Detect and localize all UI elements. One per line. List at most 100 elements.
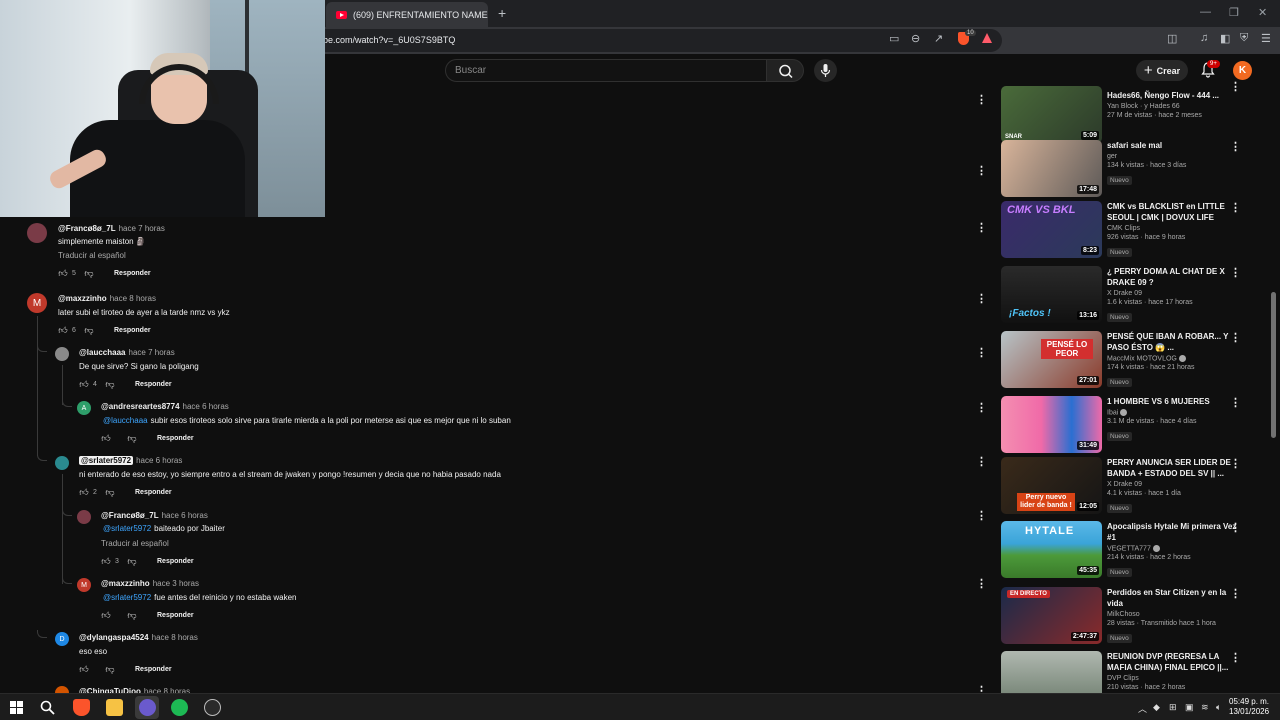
reply-button[interactable]: Responder: [135, 381, 172, 388]
video-channel[interactable]: DVP Clips: [1107, 675, 1237, 682]
like-icon[interactable]: 👍︎: [101, 610, 111, 621]
windows-start-icon[interactable]: [10, 701, 23, 714]
video-title[interactable]: 1 HOMBRE VS 6 MUJERES: [1107, 396, 1237, 407]
search-input[interactable]: [455, 65, 745, 76]
comment-author[interactable]: @laucchaaa: [79, 348, 126, 357]
system-clock[interactable]: 05:49 p. m. 13/01/2026: [1229, 697, 1269, 717]
comment-author[interactable]: @Francø8ø_7L: [101, 511, 159, 520]
video-thumbnail[interactable]: HYTALE 45:35: [1001, 521, 1102, 578]
like-icon[interactable]: 👍︎: [79, 379, 89, 390]
video-item[interactable]: 31:49 1 HOMBRE VS 6 MUJERES Ibai 3.1 M d…: [1001, 396, 1251, 454]
channel-name[interactable]: MaccMix MOTOVLOG: [1107, 355, 1177, 362]
split-view-icon[interactable]: ◧: [1220, 32, 1230, 45]
like-icon[interactable]: 👍︎: [101, 433, 111, 444]
avatar[interactable]: [77, 510, 91, 524]
vpn-icon[interactable]: ⛨: [1240, 32, 1248, 45]
video-thumbnail[interactable]: CMK VS BKL 8:23: [1001, 201, 1102, 258]
more-options-icon[interactable]: ⋮: [1230, 398, 1241, 409]
video-channel[interactable]: X Drake 09: [1107, 290, 1237, 297]
video-item[interactable]: SNAR 5:09 Hades66, Ñengo Flow - 444 ... …: [1001, 82, 1251, 144]
brave-rewards-icon[interactable]: [982, 33, 992, 43]
cast-icon[interactable]: ▭: [889, 32, 899, 45]
more-options-icon[interactable]: ⋮: [1230, 589, 1241, 600]
avatar[interactable]: M: [77, 578, 91, 592]
video-options-icon[interactable]: ⋮: [976, 221, 987, 234]
more-options-icon[interactable]: ⋮: [1230, 523, 1241, 534]
comment-time[interactable]: hace 6 horas: [136, 456, 182, 465]
close-icon[interactable]: ✕: [1258, 6, 1267, 19]
video-title[interactable]: ¿ PERRY DOMA AL CHAT DE X DRAKE 09 ?: [1107, 266, 1237, 288]
video-channel[interactable]: MilkChoso: [1107, 611, 1237, 618]
dislike-icon[interactable]: 👎︎: [127, 433, 137, 444]
sidebar-toggle-icon[interactable]: ◫: [1167, 32, 1177, 45]
video-options-icon[interactable]: ⋮: [976, 509, 987, 522]
comment-time[interactable]: hace 6 horas: [162, 511, 208, 520]
video-thumbnail[interactable]: 17:48: [1001, 140, 1102, 197]
brave-browser-icon[interactable]: [73, 699, 90, 716]
like-icon[interactable]: 👍︎: [79, 487, 89, 498]
video-channel[interactable]: ger: [1107, 153, 1237, 160]
comment-time[interactable]: hace 3 horas: [153, 579, 199, 588]
create-button[interactable]: + Crear: [1136, 60, 1188, 81]
avatar[interactable]: D: [55, 632, 69, 646]
comment-time[interactable]: hace 7 horas: [119, 224, 165, 233]
more-options-icon[interactable]: ⋮: [1230, 268, 1241, 279]
dislike-icon[interactable]: 👎︎: [105, 487, 115, 498]
dislike-icon[interactable]: 👎︎: [127, 610, 137, 621]
reply-button[interactable]: Responder: [157, 558, 194, 565]
comment-time[interactable]: hace 8 horas: [110, 294, 156, 303]
comment-author[interactable]: @srlater5972: [79, 456, 134, 465]
video-item[interactable]: EN DIRECTO 2:47:37 Perdidos en Star Citi…: [1001, 587, 1251, 645]
tray-overflow-icon[interactable]: ︿: [1138, 702, 1147, 715]
obs-studio-icon[interactable]: [204, 699, 221, 716]
video-item[interactable]: 17:48 safari sale mal ger 134 k vistas ·…: [1001, 140, 1251, 198]
wifi-icon[interactable]: ≋: [1201, 702, 1209, 713]
video-channel[interactable]: VEGETTA777: [1107, 545, 1237, 552]
avatar[interactable]: [55, 456, 69, 470]
volume-icon[interactable]: 🔈︎: [1216, 702, 1221, 713]
video-options-icon[interactable]: ⋮: [976, 93, 987, 106]
search-button[interactable]: [766, 59, 804, 82]
more-options-icon[interactable]: ⋮: [1230, 333, 1241, 344]
video-title[interactable]: Hades66, Ñengo Flow - 444 ...: [1107, 90, 1237, 101]
video-channel[interactable]: Ibai: [1107, 409, 1237, 416]
dislike-icon[interactable]: 👎︎: [105, 379, 115, 390]
minimize-icon[interactable]: —: [1200, 6, 1211, 18]
video-thumbnail[interactable]: 31:49: [1001, 396, 1102, 453]
dislike-icon[interactable]: 👎︎: [127, 556, 137, 567]
restore-icon[interactable]: ❐: [1229, 6, 1239, 19]
dislike-icon[interactable]: 👎︎: [84, 325, 94, 336]
browser-tab-active[interactable]: (609) ENFRENTAMIENTO NAMELEZ V: [326, 2, 488, 27]
like-icon[interactable]: 👍︎: [58, 325, 68, 336]
video-channel[interactable]: X Drake 09: [1107, 481, 1237, 488]
new-tab-button[interactable]: +: [498, 5, 506, 21]
comment-author[interactable]: @maxzzinho: [101, 579, 150, 588]
video-thumbnail[interactable]: PENSÉ LO PEOR 27:01: [1001, 331, 1102, 388]
mention-link[interactable]: @laucchaaa: [103, 416, 148, 425]
tray-shield-icon[interactable]: ▣: [1185, 702, 1194, 713]
reply-button[interactable]: Responder: [135, 666, 172, 673]
video-item[interactable]: HYTALE 45:35 Apocalipsis Hytale Mi prime…: [1001, 521, 1251, 579]
comment-author[interactable]: @Francø8ø_7L: [58, 224, 116, 233]
translate-link[interactable]: Traducir al español: [58, 251, 126, 260]
video-thumbnail[interactable]: EN DIRECTO 2:47:37: [1001, 587, 1102, 644]
search-icon[interactable]: [40, 700, 55, 715]
reply-button[interactable]: Responder: [135, 489, 172, 496]
video-title[interactable]: Perdidos en Star Citizen y en la vida: [1107, 587, 1237, 609]
channel-name[interactable]: VEGETTA777: [1107, 545, 1151, 552]
dislike-icon[interactable]: 👎︎: [105, 664, 115, 675]
video-title[interactable]: CMK vs BLACKLIST en LITTLE SEOUL | CMK |…: [1107, 201, 1237, 223]
video-channel[interactable]: CMK Clips: [1107, 225, 1237, 232]
file-explorer-icon[interactable]: [106, 699, 123, 716]
reply-button[interactable]: Responder: [157, 612, 194, 619]
more-options-icon[interactable]: ⋮: [1230, 459, 1241, 470]
video-options-icon[interactable]: ⋮: [976, 577, 987, 590]
media-icon[interactable]: ♫: [1200, 32, 1208, 44]
translate-link[interactable]: Traducir al español: [101, 539, 169, 548]
avatar[interactable]: A: [77, 401, 91, 415]
menu-icon[interactable]: ☰: [1261, 32, 1271, 45]
channel-name[interactable]: Ibai: [1107, 409, 1118, 416]
comment-author[interactable]: @andresreartes8774: [101, 402, 180, 411]
discord-icon[interactable]: [139, 699, 156, 716]
video-options-icon[interactable]: ⋮: [976, 164, 987, 177]
